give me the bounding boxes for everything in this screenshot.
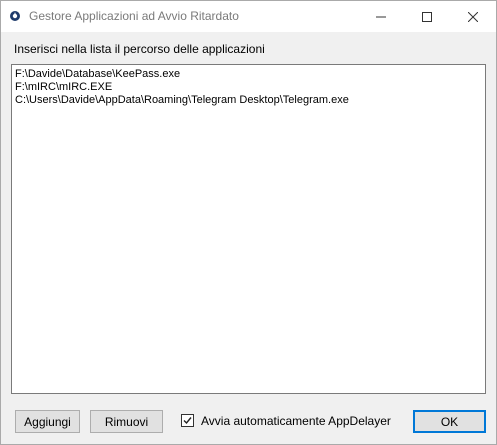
minimize-icon bbox=[376, 16, 386, 17]
autostart-label[interactable]: Avvia automaticamente AppDelayer bbox=[201, 414, 391, 428]
title-bar[interactable]: Gestore Applicazioni ad Avvio Ritardato bbox=[1, 1, 496, 32]
instruction-label: Inserisci nella lista il percorso delle … bbox=[14, 42, 265, 56]
window-title: Gestore Applicazioni ad Avvio Ritardato bbox=[29, 9, 239, 23]
app-delayer-window: Gestore Applicazioni ad Avvio Ritardato … bbox=[0, 0, 497, 445]
remove-button[interactable]: Rimuovi bbox=[90, 410, 163, 433]
ok-button[interactable]: OK bbox=[413, 410, 486, 433]
checkmark-icon bbox=[183, 417, 192, 425]
close-icon bbox=[468, 11, 478, 22]
maximize-icon bbox=[422, 11, 432, 22]
list-item[interactable]: F:\Davide\Database\KeePass.exe bbox=[12, 68, 485, 81]
maximize-button[interactable] bbox=[404, 1, 450, 32]
application-path-list[interactable]: F:\Davide\Database\KeePass.exe F:\mIRC\m… bbox=[11, 64, 486, 394]
close-button[interactable] bbox=[450, 1, 496, 32]
autostart-checkbox[interactable] bbox=[181, 414, 194, 427]
list-item[interactable]: C:\Users\Davide\AppData\Roaming\Telegram… bbox=[12, 94, 485, 107]
minimize-button[interactable] bbox=[358, 1, 404, 32]
app-icon bbox=[10, 11, 20, 21]
list-item[interactable]: F:\mIRC\mIRC.EXE bbox=[12, 81, 485, 94]
add-button[interactable]: Aggiungi bbox=[15, 410, 80, 433]
